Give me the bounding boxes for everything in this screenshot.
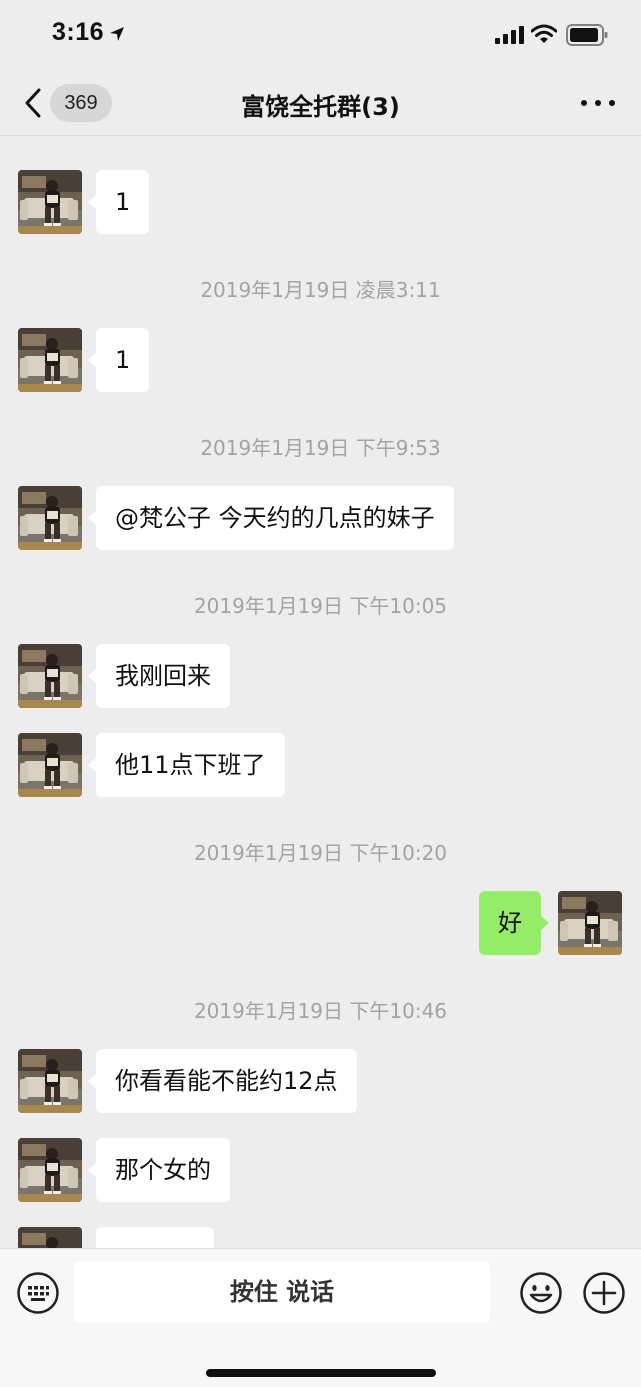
home-indicator [206,1369,436,1377]
avatar-photo [558,891,622,955]
more-dot-icon [609,100,615,106]
avatar-photo [18,644,82,708]
incoming-message-bubble[interactable] [96,1227,214,1248]
sender-avatar[interactable] [18,733,82,797]
message-timestamp: 2019年1月19日 下午10:20 [193,841,448,865]
my-avatar[interactable] [558,891,622,955]
battery-icon [566,24,608,46]
avatar-photo [18,1138,82,1202]
avatar-photo [18,1049,82,1113]
hold-to-talk-button[interactable]: 按住 说话 [74,1261,490,1323]
incoming-message-bubble[interactable]: 1 [87,170,150,234]
sender-avatar[interactable] [18,328,82,392]
incoming-message-bubble[interactable]: 1 [87,328,150,392]
location-arrow-icon [110,27,124,41]
status-bar: 3:16 [0,0,641,70]
more-button[interactable] [581,90,615,114]
incoming-message-bubble[interactable]: 他11点下班了 [88,733,285,797]
incoming-message-bubble[interactable]: 你看看能不能约12点 [88,1049,357,1113]
plus-icon[interactable] [582,1271,626,1315]
chat-title: 富饶全托群(3) [241,93,400,121]
sender-avatar[interactable] [18,1049,82,1113]
avatar-photo [18,170,82,234]
more-dot-icon [581,100,587,106]
sender-avatar[interactable] [18,1227,82,1248]
incoming-message-bubble[interactable]: @梵公子 今天约的几点的妹子 [88,486,454,550]
emoji-icon[interactable] [519,1271,563,1315]
outgoing-message-bubble[interactable]: 好 [479,891,549,955]
message-timestamp: 2019年1月19日 下午10:05 [193,594,448,618]
more-dot-icon [595,100,601,106]
cellular-signal-icon [495,26,524,44]
sender-avatar[interactable] [18,1138,82,1202]
incoming-message-bubble[interactable]: 我刚回来 [88,644,230,708]
sender-avatar[interactable] [18,486,82,550]
sender-avatar[interactable] [18,170,82,234]
status-time: 3:16 [52,18,105,46]
wifi-icon [531,24,557,43]
message-timestamp: 2019年1月19日 下午10:46 [193,999,448,1023]
nav-bar: 369 富饶全托群(3) [0,70,641,136]
avatar-photo [18,328,82,392]
input-bar: 按住 说话 [0,1248,641,1387]
sender-avatar[interactable] [18,644,82,708]
avatar-photo [18,1227,82,1248]
avatar-photo [18,733,82,797]
avatar-photo [18,486,82,550]
message-timestamp: 2019年1月19日 下午9:53 [200,436,441,460]
message-timestamp: 2019年1月19日 凌晨3:11 [200,278,441,302]
chat-transcript[interactable]: 1 2019年1月19日 凌晨3:11 1 2019年1月19日 下午9:53 [0,137,641,1248]
incoming-message-bubble[interactable]: 那个女的 [88,1138,230,1202]
keyboard-icon[interactable] [16,1271,60,1315]
